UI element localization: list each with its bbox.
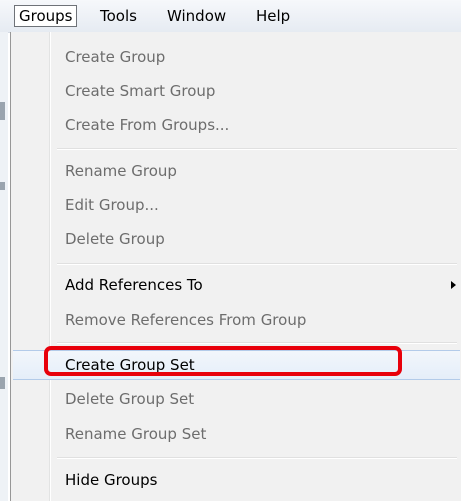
menu-item-hide-groups[interactable]: Hide Groups — [11, 465, 461, 495]
groups-dropdown-menu: Create Group Create Smart Group Create F… — [10, 32, 461, 501]
menu-item-label: Create From Groups... — [65, 116, 230, 134]
menu-item-add-references-to[interactable]: Add References To — [11, 270, 461, 300]
menu-item-delete-group[interactable]: Delete Group — [11, 224, 461, 254]
menu-item-delete-group-set[interactable]: Delete Group Set — [11, 384, 461, 414]
menu-item-rename-group[interactable]: Rename Group — [11, 156, 461, 186]
menu-item-label: Edit Group... — [65, 196, 159, 214]
menu-item-remove-references-from-group[interactable]: Remove References From Group — [11, 305, 461, 335]
menu-item-rename-group-set[interactable]: Rename Group Set — [11, 419, 461, 449]
window-edge-mark — [0, 102, 5, 120]
menubar-help[interactable]: Help — [252, 7, 294, 25]
menu-item-label: Create Smart Group — [65, 82, 216, 100]
menu-item-label: Rename Group — [65, 162, 177, 180]
annotation-highlight-box — [44, 346, 402, 376]
menu-item-label: Remove References From Group — [65, 311, 307, 329]
menu-item-edit-group[interactable]: Edit Group... — [11, 190, 461, 220]
background-window-edge — [0, 32, 8, 501]
menu-separator — [57, 457, 457, 459]
menubar-window[interactable]: Window — [163, 7, 230, 25]
window-edge-mark — [0, 182, 5, 190]
menu-item-create-smart-group[interactable]: Create Smart Group — [11, 76, 461, 106]
menu-item-label: Add References To — [65, 276, 203, 294]
menu-item-label: Delete Group Set — [65, 390, 195, 408]
menu-item-create-from-groups[interactable]: Create From Groups... — [11, 110, 461, 140]
window-edge-mark — [0, 377, 5, 389]
menu-item-label: Rename Group Set — [65, 425, 207, 443]
menu-separator — [57, 148, 457, 150]
menubar-groups[interactable]: Groups — [14, 5, 78, 27]
menu-separator — [57, 342, 457, 344]
menu-item-label: Create Group — [65, 48, 166, 66]
menubar-tools[interactable]: Tools — [96, 7, 141, 25]
menu-item-label: Delete Group — [65, 230, 165, 248]
menu-item-label: Hide Groups — [65, 471, 158, 489]
menu-item-create-group[interactable]: Create Group — [11, 42, 461, 72]
menu-separator — [57, 263, 457, 265]
menu-bar: Groups Tools Window Help — [0, 0, 461, 33]
chevron-right-icon — [451, 281, 456, 289]
